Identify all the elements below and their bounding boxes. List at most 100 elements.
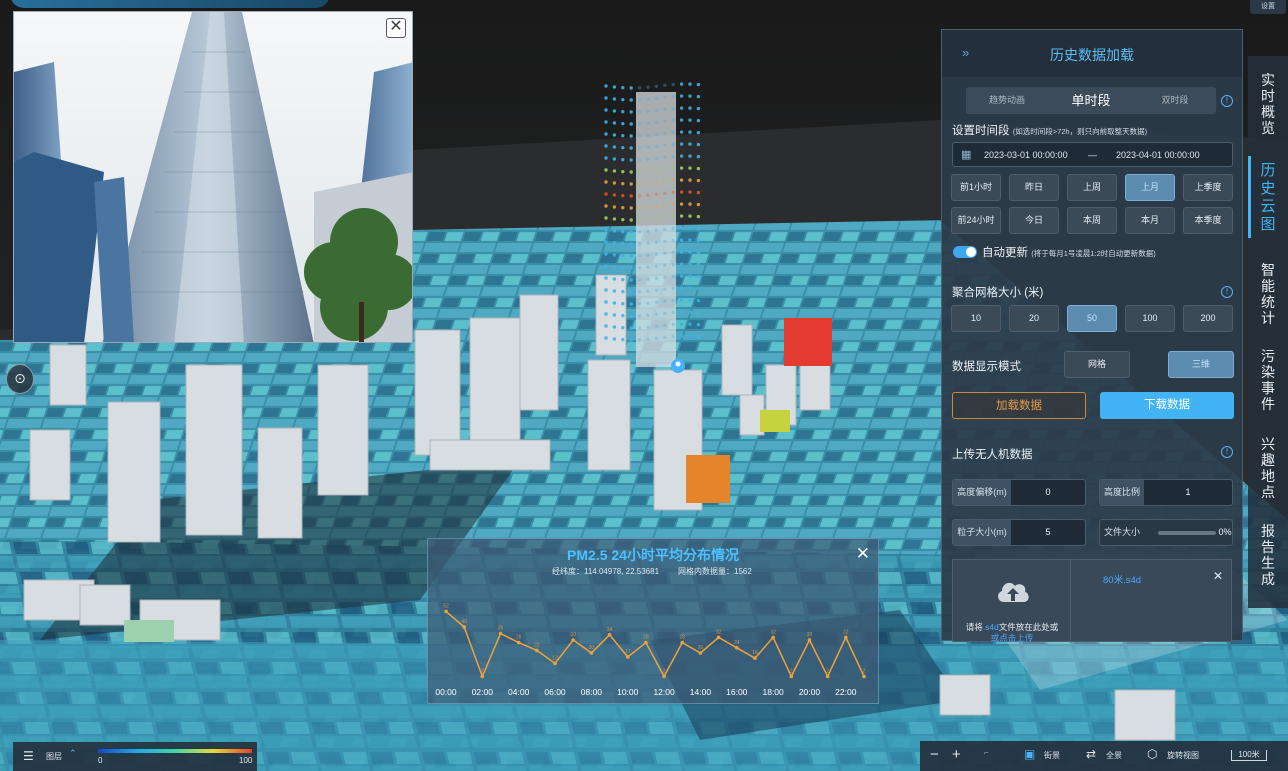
data-point xyxy=(589,651,594,655)
data-label: 30 xyxy=(570,632,576,638)
settings-button[interactable]: 设置 xyxy=(1250,0,1286,14)
upload-drop-area[interactable]: 请将.s4d文件放在此处或 或点击上传 xyxy=(953,560,1071,643)
quick-last-quarter[interactable]: 上季度 xyxy=(1183,174,1233,201)
data-point xyxy=(844,635,848,640)
x-tick-label: 04:00 xyxy=(508,687,530,697)
info-icon[interactable]: ! xyxy=(1221,446,1233,458)
layer-legend-bar: ☰ 图层 ⌃ 0 100 xyxy=(13,742,257,771)
quick-last-month[interactable]: 上月 xyxy=(1125,174,1175,201)
quick-this-week[interactable]: 本周 xyxy=(1067,207,1117,234)
auto-update-toggle[interactable] xyxy=(953,246,977,258)
display-mode-label: 数据显示模式 xyxy=(952,361,1021,373)
download-data-button[interactable]: 下载数据 xyxy=(1100,392,1234,419)
zoom-in-button[interactable]: + xyxy=(952,746,961,763)
remove-file-icon[interactable]: ✕ xyxy=(1213,569,1223,583)
street-view-icon[interactable]: ▣ xyxy=(1024,747,1035,761)
info-icon[interactable]: ! xyxy=(1221,286,1233,298)
particle-size-label: 粒子大小(m) xyxy=(953,520,1011,545)
chevron-up-icon[interactable]: ⌃ xyxy=(69,748,77,759)
rotate-view-label[interactable]: 旋转视图 xyxy=(1167,750,1199,761)
zoom-out-button[interactable]: − xyxy=(930,746,939,763)
height-ratio-field[interactable]: 高度比例 1 xyxy=(1099,479,1233,506)
tab-single-period[interactable]: 单时段 xyxy=(1050,87,1132,114)
data-label: 28 xyxy=(679,635,685,641)
display-mode-grid[interactable]: 网格 xyxy=(1064,351,1130,378)
color-gradient-scale xyxy=(98,749,252,753)
cloud-upload-icon xyxy=(998,582,1029,602)
compass-icon[interactable]: ⊙ xyxy=(6,364,34,394)
data-label: 17 xyxy=(625,649,631,655)
grid-size-20[interactable]: 20 xyxy=(1009,305,1059,332)
display-mode-3d[interactable]: 三维 xyxy=(1168,351,1234,378)
x-tick-label: 12:00 xyxy=(653,687,675,697)
street-photo-popup: ✕ xyxy=(13,11,413,343)
quick-last-week[interactable]: 上周 xyxy=(1067,174,1117,201)
nav-history-cloudmap[interactable]: 历史云图 xyxy=(1256,162,1280,234)
date-range-picker[interactable]: ▦ 2023-03-01 00:00:00 — 2023-04-01 00:00… xyxy=(952,142,1233,167)
menu-icon[interactable]: ☰ xyxy=(23,749,34,763)
nav-realtime-overview[interactable]: 实时概览 xyxy=(1256,72,1280,136)
data-point xyxy=(644,640,648,645)
data-label: 52 xyxy=(443,603,449,609)
data-point xyxy=(716,635,721,640)
top-title-strip xyxy=(10,0,330,8)
height-offset-field[interactable]: 高度偏移(m) 0 xyxy=(952,479,1086,506)
click-upload-link[interactable]: 或点击上传 xyxy=(991,633,1034,643)
nav-report-generation[interactable]: 报告生成 xyxy=(1256,523,1280,587)
quick-yesterday[interactable]: 昨日 xyxy=(1009,174,1059,201)
data-point xyxy=(771,635,775,640)
x-tick-label: 16:00 xyxy=(726,687,748,697)
map-toolbar: − + ⌐ ▣ 街景 ⇄ 全景 ⬡ 旋转视图 100米 xyxy=(920,741,1288,771)
measure-icon[interactable]: ⌐ xyxy=(984,748,989,757)
grid-size-100[interactable]: 100 xyxy=(1125,305,1175,332)
data-point xyxy=(662,674,666,679)
pm25-line-chart: 5240235282212302034172822820322416322302… xyxy=(435,603,866,697)
tab-trend-animation[interactable]: 趋势动画 xyxy=(966,87,1048,114)
particle-size-field[interactable]: 粒子大小(m) 5 xyxy=(952,519,1086,546)
data-point xyxy=(807,638,812,642)
tab-dual-period[interactable]: 双时段 xyxy=(1134,87,1216,114)
panorama-label[interactable]: 全景 xyxy=(1106,750,1122,761)
quick-this-month[interactable]: 本月 xyxy=(1125,207,1175,234)
nav-points-of-interest[interactable]: 兴趣地点 xyxy=(1256,436,1280,500)
data-point xyxy=(862,674,866,679)
pm25-chart-popup: PM2.5 24小时平均分布情况 经纬度：114.04978, 22.53681… xyxy=(427,538,879,704)
date-separator: — xyxy=(1088,150,1097,160)
panorama-icon[interactable]: ⇄ xyxy=(1086,747,1096,761)
data-label: 24 xyxy=(734,640,740,646)
uploaded-file-name[interactable]: 80米.s4d xyxy=(1103,572,1141,586)
data-label: 34 xyxy=(607,627,613,633)
building-photo xyxy=(14,12,412,342)
x-tick-label: 22:00 xyxy=(835,687,857,697)
layers-label[interactable]: 图层 xyxy=(46,751,62,762)
rotate-view-icon[interactable]: ⬡ xyxy=(1147,747,1157,761)
file-size-progress: 文件大小 0% xyxy=(1099,519,1233,546)
info-icon[interactable]: ! xyxy=(1221,95,1233,107)
quick-today[interactable]: 今日 xyxy=(1009,207,1059,234)
quick-last-24h[interactable]: 前24小时 xyxy=(951,207,1001,234)
data-label: 28 xyxy=(643,635,649,641)
upload-drone-label: 上传无人机数据 xyxy=(952,449,1033,461)
nav-pollution-events[interactable]: 污染事件 xyxy=(1256,348,1280,412)
data-label: 2 xyxy=(863,668,866,674)
end-date: 2023-04-01 00:00:00 xyxy=(1116,150,1200,160)
nav-active-indicator xyxy=(1248,156,1251,238)
load-data-button[interactable]: 加载数据 xyxy=(952,392,1086,419)
start-date: 2023-03-01 00:00:00 xyxy=(984,150,1068,160)
data-label: 16 xyxy=(752,650,758,656)
data-label: 32 xyxy=(770,629,776,635)
series-line xyxy=(445,610,865,679)
panel-header: » 历史数据加载 xyxy=(942,30,1242,77)
close-photo-button[interactable]: ✕ xyxy=(386,18,406,38)
quick-this-quarter[interactable]: 本季度 xyxy=(1183,207,1233,234)
height-offset-value: 0 xyxy=(1045,487,1051,497)
grid-size-10[interactable]: 10 xyxy=(951,305,1001,332)
quick-last-hour[interactable]: 前1小时 xyxy=(951,174,1001,201)
grid-size-200[interactable]: 200 xyxy=(1183,305,1233,332)
nav-smart-stats[interactable]: 智能统计 xyxy=(1256,262,1280,326)
data-label: 2 xyxy=(663,668,666,674)
street-view-label[interactable]: 街景 xyxy=(1044,750,1060,761)
data-label: 20 xyxy=(589,645,595,651)
upload-dropzone[interactable]: 请将.s4d文件放在此处或 或点击上传 80米.s4d ✕ xyxy=(952,559,1232,643)
grid-size-50[interactable]: 50 xyxy=(1067,305,1117,332)
